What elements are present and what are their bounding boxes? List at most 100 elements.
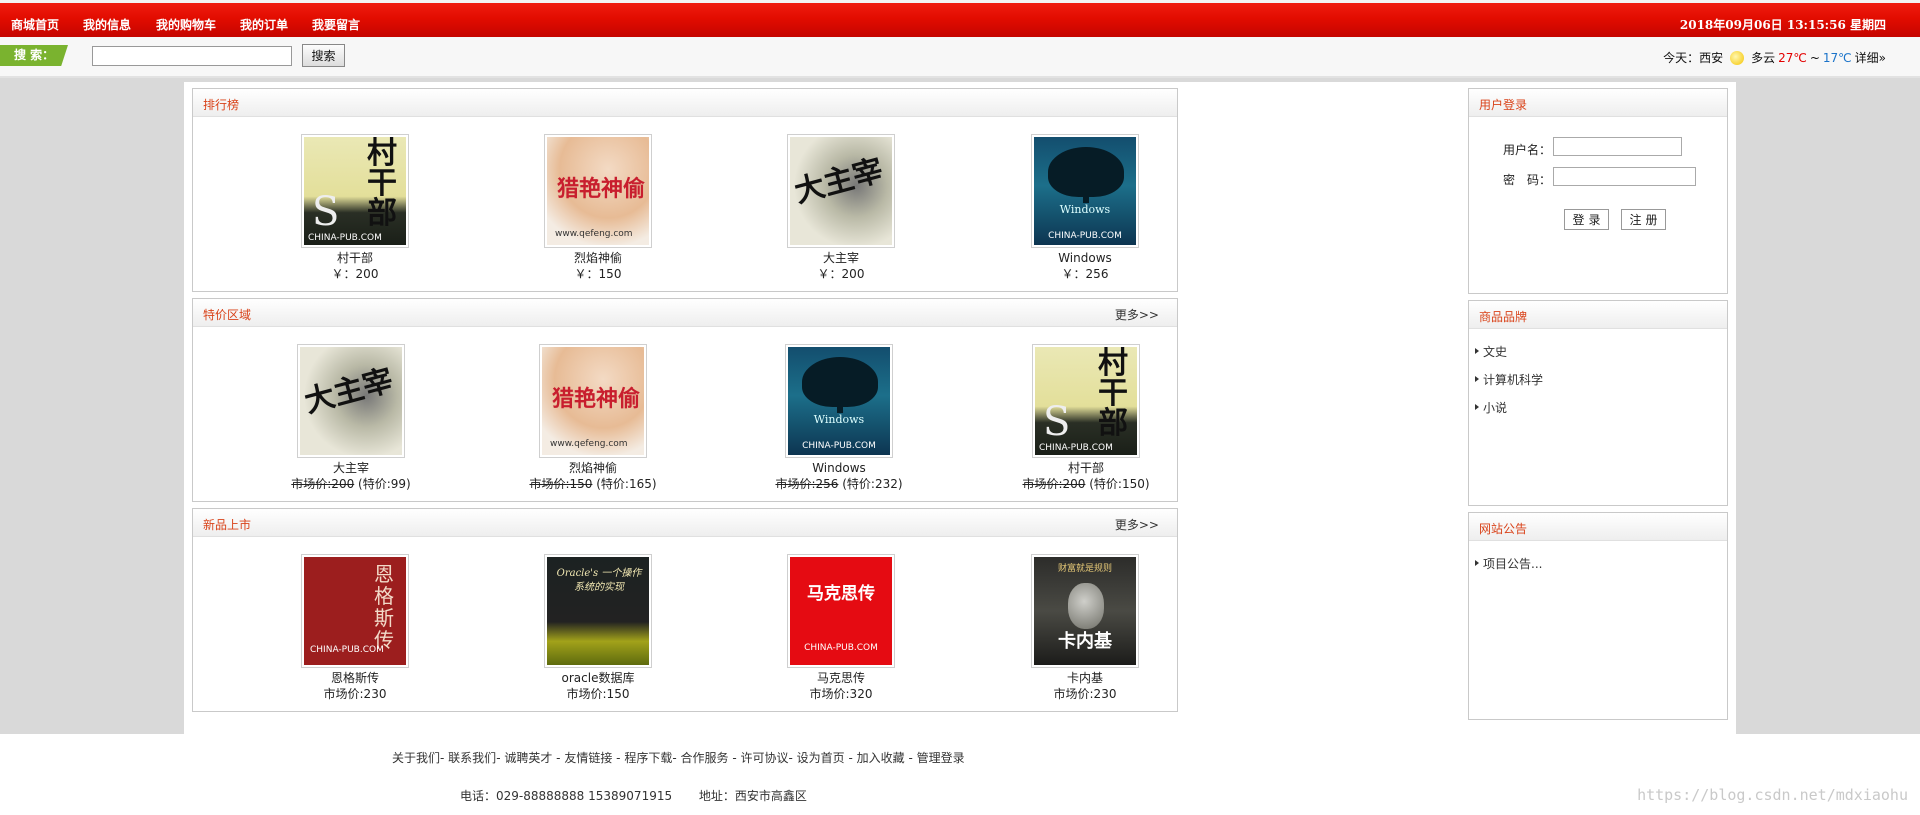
product-image[interactable]: 马克思传 CHINA-PUB.COM [787,554,895,668]
specials-more-link[interactable]: 更多>> [1115,306,1159,323]
product-image[interactable]: 村干部 S CHINA-PUB.COM [301,134,409,248]
weather-sep: ~ [1809,50,1820,65]
product-card[interactable]: 大主宰 大主宰 市场价:200 (特价:99) [251,344,451,492]
footer-link-cooperation[interactable]: 合作服务 [680,751,728,765]
specials-header: 特价区域 更多>> [193,299,1177,327]
product-image[interactable]: Oracle's 一个操作系统的实现 [544,554,652,668]
product-image[interactable]: Windows CHINA-PUB.COM [785,344,893,458]
login-header: 用户登录 [1469,89,1727,117]
product-price: 市场价:150 (特价:165) [529,477,657,491]
product-price: 市场价:320 [809,687,873,701]
brand-item[interactable]: 文史 [1475,343,1507,360]
password-input[interactable] [1553,167,1696,186]
product-image[interactable]: 大主宰 [787,134,895,248]
nav-my-info[interactable]: 我的信息 [83,16,131,33]
product-name[interactable]: 烈焰神偷 [493,461,693,476]
product-price: 市场价:256 (特价:232) [775,477,903,491]
footer-link-admin[interactable]: 管理登录 [917,751,965,765]
product-price: ￥：200 [331,267,379,281]
brand-item[interactable]: 小说 [1475,399,1507,416]
product-image[interactable]: 恩格斯传 CHINA-PUB.COM [301,554,409,668]
weather-detail-link[interactable]: 详细» [1855,49,1886,66]
weather-high: 27℃ [1778,50,1807,65]
footer-link-friends[interactable]: 友情链接 [564,751,612,765]
product-card[interactable]: 大主宰 大主宰 ￥：200 [741,134,941,282]
search-label: 搜 索： [0,45,68,66]
login-button[interactable]: 登录 [1564,209,1609,230]
book-cover: Oracle's 一个操作系统的实现 [547,557,649,665]
product-card[interactable]: 猎艳神偷 www.qefeng.com 烈焰神偷 ￥：150 [498,134,698,282]
ranking-title: 排行榜 [203,98,240,112]
search-bar: 搜 索： 搜索 今天：西安 多云 27℃ ~ 17℃ 详细» [0,37,1920,78]
footer-phone: 电话：029-88888888 15389071915 [460,789,673,803]
product-name[interactable]: 恩格斯传 [255,671,455,686]
product-image[interactable]: Windows CHINA-PUB.COM [1031,134,1139,248]
ranking-header: 排行榜 [193,89,1177,117]
search-input[interactable] [92,46,292,66]
product-card[interactable]: Windows CHINA-PUB.COM Windows 市场价:256 (特… [739,344,939,492]
new-arrivals-title: 新品上市 [203,518,252,532]
footer-link-jobs[interactable]: 诚聘英才 [504,751,552,765]
username-label: 用户名： [1503,143,1552,157]
ranking-panel: 排行榜 村干部 S CHINA-PUB.COM 村干部 ￥：200 猎艳神偷 www… [192,88,1178,292]
footer-link-favorite[interactable]: 加入收藏 [857,751,905,765]
nav-message[interactable]: 我要留言 [312,16,360,33]
new-arrivals-more-link[interactable]: 更多>> [1115,516,1159,533]
product-image[interactable]: 猎艳神偷 www.qefeng.com [544,134,652,248]
product-image[interactable]: 大主宰 [297,344,405,458]
product-card[interactable]: 财富就是规则 卡内基 卡内基 市场价:230 [985,554,1185,702]
product-image[interactable]: 村干部 S CHINA-PUB.COM [1032,344,1140,458]
product-price: 市场价:200 (特价:99) [291,477,411,491]
product-image[interactable]: 财富就是规则 卡内基 [1031,554,1139,668]
brands-title: 商品品牌 [1479,310,1528,324]
book-cover: 马克思传 CHINA-PUB.COM [790,557,892,665]
product-name[interactable]: Windows [739,461,939,476]
register-button[interactable]: 注册 [1621,209,1666,230]
product-price: ￥：200 [817,267,865,281]
product-price: ￥：256 [1061,267,1109,281]
weather: 今天：西安 多云 27℃ ~ 17℃ 详细» [1663,49,1886,66]
product-price: 市场价:200 (特价:150) [1022,477,1150,491]
book-cover: 村干部 S CHINA-PUB.COM [1035,347,1137,455]
product-card[interactable]: 马克思传 CHINA-PUB.COM 马克思传 市场价:320 [741,554,941,702]
footer-link-download[interactable]: 程序下载 [624,751,672,765]
product-name[interactable]: 村干部 [986,461,1186,476]
search-button[interactable]: 搜索 [302,44,345,67]
product-card[interactable]: 恩格斯传 CHINA-PUB.COM 恩格斯传 市场价:230 [255,554,455,702]
password-label: 密 码： [1503,173,1552,187]
footer: 关于我们- 联系我们- 诚聘英才 - 友情链接 - 程序下载- 合作服务 - 许… [0,734,1920,815]
product-name[interactable]: 大主宰 [251,461,451,476]
product-card[interactable]: 村干部 S CHINA-PUB.COM 村干部 ￥：200 [255,134,455,282]
product-name[interactable]: 烈焰神偷 [498,251,698,266]
book-cover: 猎艳神偷 www.qefeng.com [542,347,644,455]
product-card[interactable]: Oracle's 一个操作系统的实现 oracle数据库 市场价:150 [498,554,698,702]
product-name[interactable]: 大主宰 [741,251,941,266]
notice-header: 网站公告 [1469,513,1727,541]
product-name[interactable]: 村干部 [255,251,455,266]
product-name[interactable]: Windows [985,251,1185,266]
book-cover: 大主宰 [790,137,892,245]
product-card[interactable]: 猎艳神偷 www.qefeng.com 烈焰神偷 市场价:150 (特价:165) [493,344,693,492]
product-name[interactable]: oracle数据库 [498,671,698,686]
product-price: 市场价:150 [566,687,630,701]
footer-link-license[interactable]: 许可协议 [740,751,788,765]
product-name[interactable]: 卡内基 [985,671,1185,686]
nav-cart[interactable]: 我的购物车 [156,16,216,33]
login-panel: 用户登录 用户名： 密 码： 登录 注册 [1468,88,1728,294]
footer-link-about[interactable]: 关于我们 [392,751,440,765]
brand-item[interactable]: 计算机科学 [1475,371,1543,388]
nav-home[interactable]: 商城首页 [11,16,59,33]
notice-item[interactable]: 项目公告... [1475,555,1542,572]
nav-orders[interactable]: 我的订单 [240,16,288,33]
new-arrivals-panel: 新品上市 更多>> 恩格斯传 CHINA-PUB.COM 恩格斯传 市场价:230… [192,508,1178,712]
footer-link-contact[interactable]: 联系我们 [448,751,496,765]
new-arrivals-header: 新品上市 更多>> [193,509,1177,537]
book-cover: 恩格斯传 CHINA-PUB.COM [304,557,406,665]
brands-panel: 商品品牌 文史 计算机科学 小说 [1468,300,1728,506]
username-input[interactable] [1553,137,1682,156]
product-card[interactable]: Windows CHINA-PUB.COM Windows ￥：256 [985,134,1185,282]
product-image[interactable]: 猎艳神偷 www.qefeng.com [539,344,647,458]
product-card[interactable]: 村干部 S CHINA-PUB.COM 村干部 市场价:200 (特价:150) [986,344,1186,492]
product-name[interactable]: 马克思传 [741,671,941,686]
footer-link-homepage[interactable]: 设为首页 [797,751,845,765]
